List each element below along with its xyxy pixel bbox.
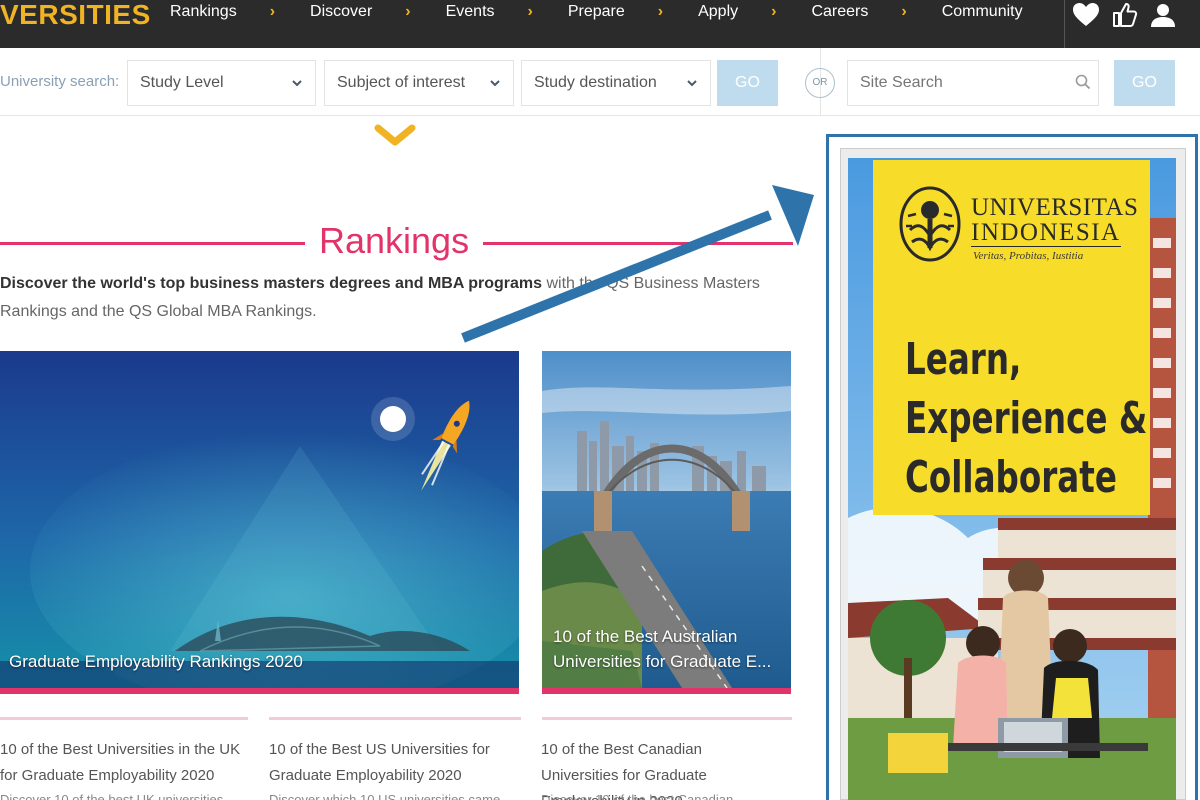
list-item[interactable]: 10 of the Best Canadian Universities for… <box>541 737 781 800</box>
user-icon[interactable] <box>1150 2 1176 28</box>
search-icon[interactable] <box>1075 74 1091 90</box>
intro-text: Discover the world's top business master… <box>0 270 760 326</box>
heading-rule-left <box>0 242 305 245</box>
nav-icon-group <box>1072 2 1176 28</box>
nav-events[interactable]: Events <box>446 3 495 21</box>
ad-university-name-line1: UNIVERSITAS <box>971 194 1139 221</box>
study-level-select[interactable]: Study Level <box>127 60 316 106</box>
nav-rankings[interactable]: Rankings <box>170 3 237 21</box>
list-divider <box>542 717 792 720</box>
card-caption[interactable]: Graduate Employability Rankings 2020 <box>9 649 303 674</box>
nav-prepare[interactable]: Prepare <box>568 3 625 21</box>
destination-select[interactable]: Study destination <box>521 60 711 106</box>
list-item-summary: Discover 10 of the best UK universities <box>0 792 224 800</box>
site-logo[interactable]: VERSITIES <box>0 0 151 36</box>
chevron-down-icon <box>292 80 302 87</box>
heading-rule-right <box>483 242 793 245</box>
site-search-go-button[interactable]: GO <box>1114 60 1175 106</box>
list-divider <box>269 717 521 720</box>
thumbs-up-icon[interactable] <box>1112 2 1138 28</box>
heart-icon[interactable] <box>1072 2 1100 28</box>
list-item[interactable]: 10 of the Best Universities in the UK fo… <box>0 737 250 789</box>
top-navigation: VERSITIES Rankings › Discover › Events ›… <box>0 0 1200 48</box>
list-item-summary: Discover 10 of the best Canadian <box>541 792 734 800</box>
nav-divider <box>1064 0 1065 48</box>
ad-headline-line: Experience & <box>905 393 1148 444</box>
ad-headline-line: Collaborate <box>905 452 1117 503</box>
nav-discover[interactable]: Discover <box>310 3 372 21</box>
ad-rule <box>971 246 1121 247</box>
list-divider <box>0 717 248 720</box>
site-search-input[interactable] <box>847 60 1099 106</box>
page-title: Rankings <box>319 220 470 261</box>
card-accent-bar <box>542 688 791 694</box>
chevron-right-icon: › <box>657 3 664 20</box>
subject-value: Subject of interest <box>337 74 466 91</box>
university-search-go-button[interactable]: GO <box>717 60 778 106</box>
ad-headline: Learn, Experience & Collaborate <box>905 330 1147 507</box>
ad-headline-line: Learn, <box>905 334 1022 385</box>
or-badge: OR <box>805 68 835 98</box>
nav-careers[interactable]: Careers <box>811 3 868 21</box>
chevron-right-icon: › <box>527 3 533 20</box>
main-nav: Rankings › Discover › Events › Prepare ›… <box>170 3 1023 21</box>
card-caption[interactable]: 10 of the Best Australian Universities f… <box>553 624 783 674</box>
ranking-card-graduate-employability[interactable] <box>0 351 519 688</box>
ad-motto: Veritas, Probitas, Iustitia <box>973 250 1084 262</box>
university-crest-icon <box>899 186 961 262</box>
nav-apply[interactable]: Apply <box>698 3 738 21</box>
chevron-down-icon[interactable] <box>374 122 416 150</box>
chevron-down-icon <box>490 80 500 87</box>
destination-value: Study destination <box>534 74 657 91</box>
card-accent-bar <box>0 688 519 694</box>
chevron-right-icon: › <box>405 3 411 20</box>
subject-select[interactable]: Subject of interest <box>324 60 514 106</box>
ad-university-name-line2: INDONESIA <box>971 219 1121 246</box>
chevron-right-icon: › <box>901 3 907 20</box>
rocket-illustration <box>0 351 519 688</box>
chevron-right-icon: › <box>269 3 276 20</box>
intro-bold: Discover the world's top business master… <box>0 275 543 292</box>
list-item[interactable]: 10 of the Best US Universities for Gradu… <box>269 737 504 789</box>
chevron-down-icon <box>687 80 697 87</box>
university-search-label: University search: <box>0 73 120 90</box>
chevron-right-icon: › <box>771 3 777 20</box>
list-item-summary: Discover which 10 US universities came <box>269 792 501 800</box>
study-level-value: Study Level <box>140 74 224 91</box>
nav-community[interactable]: Community <box>942 3 1023 21</box>
